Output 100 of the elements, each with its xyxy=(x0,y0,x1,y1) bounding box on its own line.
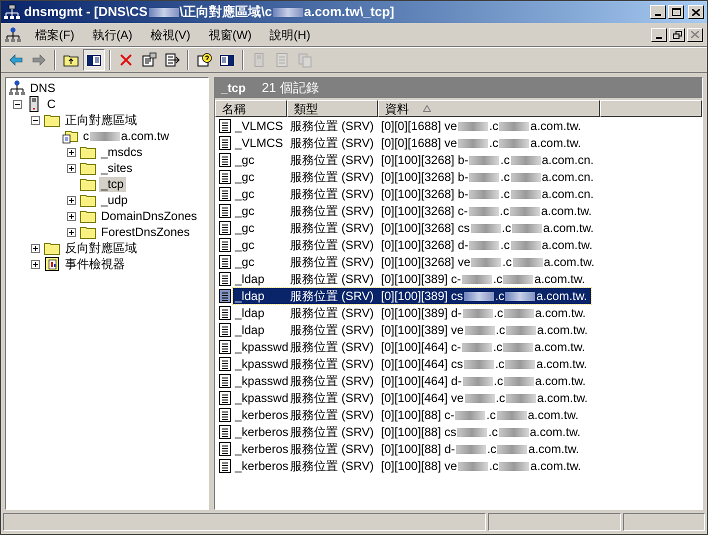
record-icon xyxy=(218,322,232,338)
column-header[interactable]: 名稱 xyxy=(215,100,287,117)
table-cell-text: [0][0][1688] ve .c a.com.tw. xyxy=(380,134,582,152)
column-header[interactable] xyxy=(600,100,702,117)
table-cell-text: 服務位置 (SRV) xyxy=(289,288,375,304)
expand-icon[interactable] xyxy=(66,228,76,236)
record-row[interactable]: _gc 服務位置 (SRV) [0][100][3268] cs .c a.com.tw. xyxy=(233,220,598,236)
tree-item[interactable]: DNS xyxy=(28,80,58,96)
table-cell-text: [0][100][464] c- .c a.com.tw. xyxy=(380,338,586,356)
tree-item[interactable]: 反向對應區域 xyxy=(63,240,139,256)
close-icon xyxy=(692,8,700,16)
folder-icon xyxy=(80,176,96,192)
restore-button[interactable] xyxy=(669,28,685,42)
column-header[interactable]: 類型 xyxy=(287,100,378,117)
expand-icon[interactable] xyxy=(66,212,76,220)
tree-item[interactable]: C xyxy=(45,96,58,112)
expand-icon[interactable] xyxy=(66,196,76,204)
record-row[interactable]: _kerberos服務位置 (SRV) [0][100][88] cs .c a.com.tw. xyxy=(233,424,584,440)
expand-icon[interactable] xyxy=(66,164,76,172)
table-cell-text: _gc xyxy=(234,152,256,168)
record-row[interactable]: _ldap 服務位置 (SRV) [0][100][389] d- .c a.com.tw. xyxy=(233,304,590,320)
menu-item[interactable]: 視窗(W) xyxy=(200,26,260,44)
record-icon xyxy=(218,270,232,286)
record-row[interactable]: _VLMCS 服務位置 (SRV) [0][0][1688] ve .c a.com.tw. xyxy=(233,134,586,150)
close-button[interactable] xyxy=(687,28,703,42)
menu-item[interactable]: 檔案(F) xyxy=(27,26,82,44)
maximize-button[interactable] xyxy=(668,5,684,19)
table-cell-text: _gc xyxy=(234,186,256,202)
menu-item[interactable]: 檢視(V) xyxy=(142,26,198,44)
record-row[interactable]: _gc 服務位置 (SRV) [0][100][3268] b- .c a.com.cn. xyxy=(233,152,598,168)
table-cell-text: _kpasswd xyxy=(234,356,288,372)
tree-item[interactable]: DomainDnsZones xyxy=(99,208,200,224)
event-viewer-icon xyxy=(44,256,60,272)
record-row[interactable]: _kerberos服務位置 (SRV) [0][100][88] ve .c a.com.tw. xyxy=(233,458,586,474)
table-cell-text: 服務位置 (SRV) xyxy=(289,202,375,220)
minimize-button[interactable] xyxy=(651,28,667,42)
record-icon xyxy=(218,220,232,236)
table-cell-text: [0][100][88] ve .c a.com.tw. xyxy=(380,458,582,474)
record-row[interactable]: _gc 服務位置 (SRV) [0][100][3268] ve .c a.com.tw. xyxy=(233,254,598,270)
tree-item[interactable]: ForestDnsZones xyxy=(99,224,192,240)
folder-icon xyxy=(80,224,96,240)
table-cell-text: [0][0][1688] ve .c a.com.tw. xyxy=(380,118,582,134)
expand-icon[interactable] xyxy=(30,260,40,268)
record-row[interactable]: _kpasswd服務位置 (SRV) [0][100][464] d- .c a.com.tw. xyxy=(233,372,590,388)
record-row[interactable]: _ldap 服務位置 (SRV) [0][100][389] ve .c a.com.tw. xyxy=(233,322,592,338)
folder-icon xyxy=(44,112,60,128)
record-icon xyxy=(218,118,232,134)
record-icon xyxy=(218,338,232,354)
record-row[interactable]: _kpasswd服務位置 (SRV) [0][100][464] cs .c a.com.tw. xyxy=(233,356,592,372)
folder-icon xyxy=(80,208,96,224)
menu-item[interactable]: 說明(H) xyxy=(262,26,318,44)
tree-item[interactable]: 正向對應區域 xyxy=(63,112,139,128)
record-row[interactable]: _kpasswd服務位置 (SRV) [0][100][464] ve .c a.com.tw. xyxy=(233,390,592,406)
collapse-icon[interactable] xyxy=(30,116,40,124)
record-row[interactable]: _gc 服務位置 (SRV) [0][100][3268] d- .c a.com.tw. xyxy=(233,236,596,252)
collapse-icon[interactable] xyxy=(12,100,22,108)
menu-item[interactable]: 執行(A) xyxy=(84,26,140,44)
record-icon xyxy=(218,372,232,388)
record-row[interactable]: _kerberos服務位置 (SRV) [0][100][88] d- .c a.com.tw. xyxy=(233,440,584,456)
table-cell-text: _gc xyxy=(234,236,256,254)
record-row[interactable]: _gc 服務位置 (SRV) [0][100][3268] c- .c a.com.tw. xyxy=(233,202,596,218)
record-icon xyxy=(218,390,232,406)
table-cell-text: [0][100][3268] b- .c a.com.cn. xyxy=(380,186,595,202)
table-cell-text: [0][100][389] cs .c a.com.tw. xyxy=(380,288,588,304)
table-cell-text: [0][100][3268] b- .c a.com.cn. xyxy=(380,152,595,168)
close-button[interactable] xyxy=(688,5,704,19)
table-cell-text: [0][100][3268] c- .c a.com.tw. xyxy=(380,202,593,220)
tree-item[interactable]: 事件檢視器 xyxy=(63,256,127,272)
tree-item[interactable]: _udp xyxy=(99,192,130,208)
expand-icon[interactable] xyxy=(66,148,76,156)
record-icon xyxy=(218,406,232,422)
table-cell-text: [0][100][389] c- .c a.com.tw. xyxy=(380,270,586,288)
expand-icon[interactable] xyxy=(30,244,40,252)
table-cell-text: _VLMCS xyxy=(234,118,284,134)
network-icon xyxy=(4,4,20,20)
table-cell-text: _kerberos xyxy=(234,458,288,474)
table-cell-text: _ldap xyxy=(234,270,266,288)
table-cell-text: 服務位置 (SRV) xyxy=(289,424,375,440)
table-cell-text: _gc xyxy=(234,254,256,270)
tree-item[interactable]: _msdcs xyxy=(99,144,144,160)
record-row[interactable]: _VLMCS 服務位置 (SRV) [0][0][1688] ve .c a.com.tw. xyxy=(233,118,586,134)
record-row[interactable]: _kpasswd服務位置 (SRV) [0][100][464] c- .c a.com.tw. xyxy=(233,338,590,354)
tree-item[interactable]: _tcp xyxy=(99,176,126,192)
folder-icon xyxy=(80,144,96,160)
tree-item[interactable]: c a.com.tw xyxy=(81,128,172,144)
table-cell-text: [0][100][3268] d- .c a.com.tw. xyxy=(380,236,594,254)
table-cell-text: _kerberos xyxy=(234,424,288,440)
record-icon xyxy=(218,304,232,320)
table-cell-text: 服務位置 (SRV) xyxy=(289,168,375,186)
tree-item[interactable]: _sites xyxy=(99,160,134,176)
column-header[interactable]: 資料 xyxy=(378,100,600,117)
panes-icon[interactable] xyxy=(83,49,105,71)
network-icon[interactable] xyxy=(5,26,21,42)
record-row[interactable]: _gc 服務位置 (SRV) [0][100][3268] b- .c a.com.cn. xyxy=(233,186,598,202)
record-row[interactable]: _ldap 服務位置 (SRV) [0][100][389] cs .c a.com.tw. xyxy=(233,288,592,304)
pane-title: _tcp xyxy=(221,80,246,97)
record-row[interactable]: _ldap 服務位置 (SRV) [0][100][389] c- .c a.com.tw. xyxy=(233,270,590,286)
record-row[interactable]: _kerberos服務位置 (SRV) [0][100][88] c- .c a.com.tw. xyxy=(233,406,582,422)
minimize-button[interactable] xyxy=(650,5,666,19)
record-row[interactable]: _gc 服務位置 (SRV) [0][100][3268] b- .c a.com.cn. xyxy=(233,168,598,184)
